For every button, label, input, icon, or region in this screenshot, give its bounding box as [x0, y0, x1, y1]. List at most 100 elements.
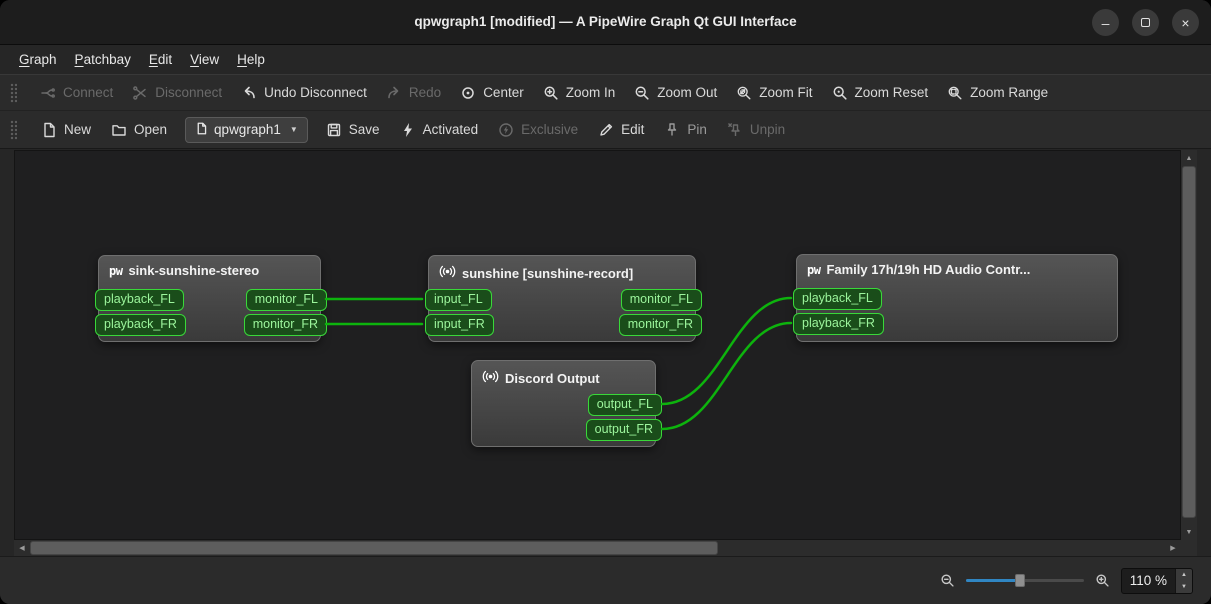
spin-buttons: ▲ ▼	[1175, 568, 1192, 593]
monitor-icon	[439, 263, 456, 283]
monitor-icon	[482, 368, 499, 388]
scrollbar-corner	[1181, 540, 1197, 556]
graph-view: pw sink-sunshine-stereo playback_FL play…	[14, 150, 1197, 556]
zoom-reset-button[interactable]: Zoom Reset	[830, 80, 931, 106]
zoom-range-button[interactable]: Zoom Range	[945, 80, 1050, 106]
port-playback-fr[interactable]: playback_FR	[793, 313, 884, 335]
maximize-button[interactable]	[1132, 9, 1159, 36]
toolbar-grip[interactable]	[10, 82, 17, 103]
port-input-fl[interactable]: input_FL	[425, 289, 492, 311]
horizontal-scroll-thumb[interactable]	[30, 541, 718, 555]
vertical-scrollbar[interactable]: ▲ ▼	[1181, 150, 1197, 540]
minimize-icon: –	[1101, 14, 1110, 31]
spin-up-button[interactable]: ▲	[1176, 569, 1192, 581]
node-family-hd-audio[interactable]: pw Family 17h/19h HD Audio Contr... play…	[793, 254, 1118, 342]
node-discord-output[interactable]: Discord Output output_FL output_FR	[471, 360, 662, 447]
open-button[interactable]: Open	[109, 117, 169, 143]
menu-view[interactable]: View	[181, 48, 228, 71]
zoom-range-label: Zoom Range	[970, 85, 1049, 100]
zoom-in-mini-icon	[1095, 573, 1110, 588]
horizontal-scrollbar[interactable]: ◀ ▶	[14, 540, 1181, 556]
node-header: pw Family 17h/19h HD Audio Contr...	[797, 255, 1117, 280]
zoom-out-mini-icon	[940, 573, 955, 588]
node-sunshine-record[interactable]: sunshine [sunshine-record] input_FL inpu…	[425, 255, 702, 342]
scroll-up-icon[interactable]: ▲	[1181, 150, 1197, 166]
pin-icon	[664, 122, 680, 138]
zoom-in-button[interactable]: Zoom In	[541, 80, 618, 106]
connect-icon	[40, 85, 56, 101]
edit-button[interactable]: Edit	[596, 117, 646, 143]
zoom-fit-button[interactable]: Zoom Fit	[734, 80, 814, 106]
zoom-slider-fill	[965, 579, 1020, 582]
toolbar-grip[interactable]	[10, 119, 17, 140]
patchbay-file-name: qpwgraph1	[214, 122, 281, 137]
zoom-out-button[interactable]: Zoom Out	[632, 80, 719, 106]
activated-button[interactable]: Activated	[398, 117, 481, 143]
menu-help[interactable]: Help	[228, 48, 274, 71]
new-file-icon	[41, 122, 57, 138]
pipewire-icon: pw	[109, 263, 123, 278]
port-monitor-fl[interactable]: monitor_FL	[245, 289, 327, 311]
chevron-down-icon: ▼	[289, 125, 298, 134]
port-output-fl[interactable]: output_FL	[587, 394, 662, 416]
save-button[interactable]: Save	[324, 117, 382, 143]
graph-canvas[interactable]: pw sink-sunshine-stereo playback_FL play…	[14, 150, 1181, 540]
menu-patchbay[interactable]: Patchbay	[66, 48, 140, 71]
port-playback-fl[interactable]: playback_FL	[793, 288, 882, 310]
app-window: qpwgraph1 [modified] — A PipeWire Graph …	[0, 0, 1211, 604]
port-input-fr[interactable]: input_FR	[425, 314, 494, 336]
connection-cables	[324, 296, 793, 431]
exclusive-icon	[498, 122, 514, 138]
center-icon	[460, 85, 476, 101]
close-button[interactable]: ×	[1172, 9, 1199, 36]
patchbay-toolbar: New Open qpwgraph1 ▼ Save Activated Excl…	[0, 111, 1211, 149]
menu-graph[interactable]: Graph	[10, 48, 66, 71]
exclusive-label: Exclusive	[521, 122, 579, 137]
redo-icon	[386, 85, 402, 101]
zoom-value[interactable]: 110 %	[1122, 569, 1175, 593]
node-header: Discord Output	[472, 361, 655, 391]
menu-help-label-rest: elp	[246, 52, 265, 67]
undo-disconnect-button[interactable]: Undo Disconnect	[239, 80, 369, 106]
node-sink-sunshine-stereo[interactable]: pw sink-sunshine-stereo playback_FL play…	[95, 255, 327, 342]
redo-button: Redo	[384, 80, 443, 106]
unpin-icon	[727, 122, 743, 138]
menu-edit[interactable]: Edit	[140, 48, 181, 71]
zoom-slider[interactable]	[965, 571, 1084, 590]
patchbay-file-combo[interactable]: qpwgraph1 ▼	[185, 116, 308, 143]
zoom-spinbox[interactable]: 110 % ▲ ▼	[1120, 567, 1193, 594]
save-icon	[326, 122, 342, 138]
menu-edit-label: E	[148, 52, 158, 67]
redo-label: Redo	[408, 85, 442, 100]
vertical-scroll-thumb[interactable]	[1182, 166, 1196, 518]
new-button[interactable]: New	[39, 117, 93, 143]
scroll-down-icon[interactable]: ▼	[1181, 524, 1197, 540]
disconnect-label: Disconnect	[155, 85, 223, 100]
port-monitor-fr[interactable]: monitor_FR	[243, 314, 327, 336]
port-monitor-fl[interactable]: monitor_FL	[620, 289, 702, 311]
pin-button: Pin	[662, 117, 709, 143]
menu-patchbay-label-rest: atchbay	[83, 52, 131, 67]
minimize-button[interactable]: –	[1092, 9, 1119, 36]
menu-view-label-rest: iew	[198, 52, 220, 67]
scroll-left-icon[interactable]: ◀	[14, 540, 30, 556]
zoom-reset-label: Zoom Reset	[854, 85, 929, 100]
center-button[interactable]: Center	[458, 80, 526, 106]
port-playback-fr[interactable]: playback_FR	[95, 314, 186, 336]
disconnect-button: Disconnect	[130, 80, 224, 106]
unpin-label: Unpin	[749, 122, 786, 137]
port-monitor-fr[interactable]: monitor_FR	[618, 314, 702, 336]
titlebar[interactable]: qpwgraph1 [modified] — A PipeWire Graph …	[0, 0, 1211, 45]
center-label: Center	[483, 85, 524, 100]
node-title: Discord Output	[505, 370, 600, 386]
maximize-icon	[1141, 18, 1150, 27]
scroll-right-icon[interactable]: ▶	[1165, 540, 1181, 556]
close-icon: ×	[1181, 14, 1190, 31]
zoom-slider-handle[interactable]	[1014, 574, 1025, 587]
zoom-in-label: Zoom In	[565, 85, 616, 100]
port-output-fr[interactable]: output_FR	[585, 419, 662, 441]
unpin-button: Unpin	[725, 117, 787, 143]
port-playback-fl[interactable]: playback_FL	[95, 289, 184, 311]
pipewire-icon: pw	[807, 262, 821, 277]
spin-down-button[interactable]: ▼	[1176, 581, 1192, 593]
